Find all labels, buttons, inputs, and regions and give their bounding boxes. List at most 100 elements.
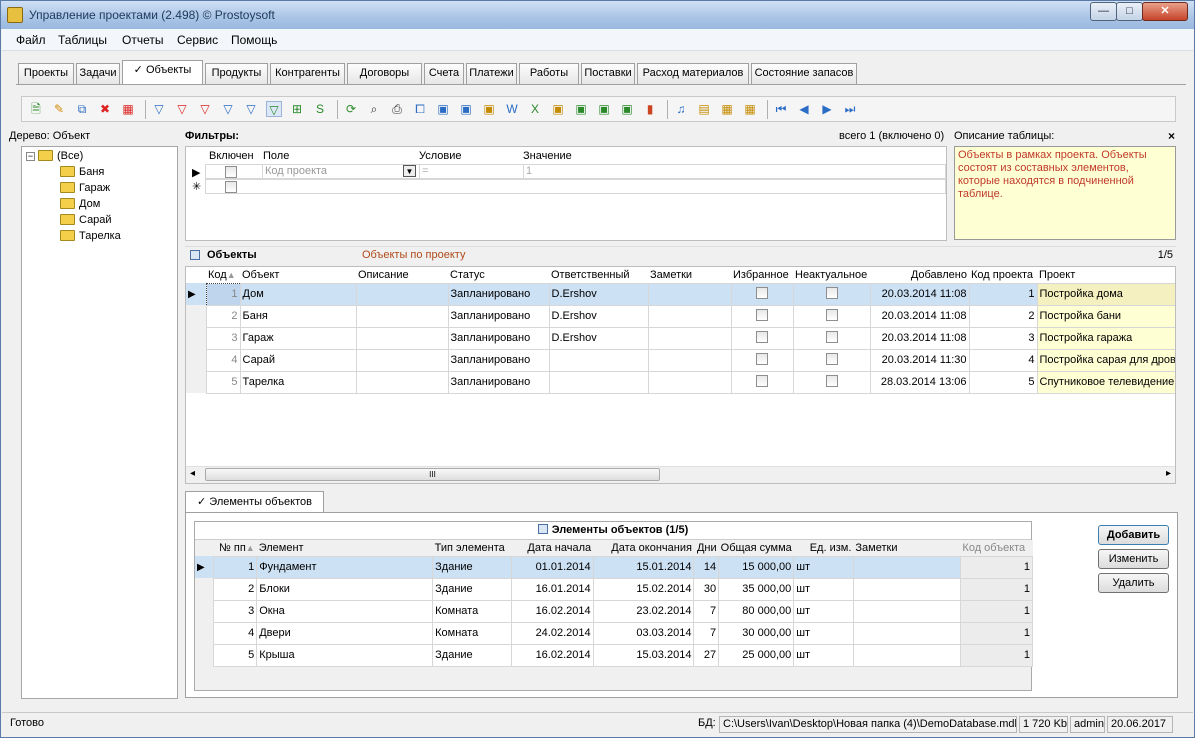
cell-object-code[interactable]: 1 xyxy=(959,577,1034,601)
tree-expander-icon[interactable]: − xyxy=(26,152,35,161)
collapse-icon[interactable] xyxy=(537,524,548,534)
cell-sum[interactable]: 35 000,00 xyxy=(718,577,795,601)
elements-col-header[interactable]: Ед. изм. xyxy=(793,540,854,556)
filter-new-checkbox[interactable] xyxy=(225,181,237,193)
inactive-checkbox[interactable] xyxy=(825,352,838,365)
cell-added[interactable]: 20.03.2014 11:08 xyxy=(869,282,970,306)
cell-status[interactable]: Запланировано xyxy=(447,282,550,306)
cell-number[interactable]: 1 xyxy=(213,555,258,579)
objects-col-header[interactable]: Описание xyxy=(356,267,448,283)
cell-status[interactable]: Запланировано xyxy=(447,304,550,328)
first-record-icon[interactable]: ⏮ xyxy=(773,101,789,117)
cell-notes[interactable] xyxy=(852,621,961,645)
cell-element[interactable]: Окна xyxy=(256,599,434,623)
export-dbf-icon[interactable]: ▣ xyxy=(619,101,635,117)
refresh-icon[interactable]: ⟳ xyxy=(343,101,359,117)
cell-end-date[interactable]: 03.03.2014 xyxy=(592,621,695,645)
favorite-checkbox[interactable] xyxy=(756,352,768,365)
favorite-checkbox[interactable] xyxy=(756,308,768,321)
cell-notes[interactable] xyxy=(647,326,732,350)
cell-type[interactable]: Здание xyxy=(432,643,513,667)
cell-days[interactable]: 30 xyxy=(693,577,720,601)
cell-sum[interactable]: 80 000,00 xyxy=(718,599,795,623)
cell-code[interactable]: 2 xyxy=(205,304,241,328)
cell-project[interactable]: Постройка гаража xyxy=(1036,326,1175,350)
chart-icon[interactable]: ▮ xyxy=(642,101,658,117)
cell-favorite[interactable] xyxy=(730,370,794,394)
edit-record-icon[interactable]: ✎ xyxy=(51,101,67,117)
favorite-checkbox[interactable] xyxy=(756,330,768,343)
favorite-checkbox[interactable] xyxy=(756,374,768,387)
delete-all-icon[interactable]: ▦ xyxy=(120,101,136,117)
tree-item[interactable]: Тарелка xyxy=(60,230,121,242)
elements-col-header[interactable]: Общая сумма xyxy=(718,540,794,556)
export-html-icon[interactable]: ▣ xyxy=(458,101,474,117)
cell-sum[interactable]: 15 000,00 xyxy=(718,555,795,579)
favorite-checkbox[interactable] xyxy=(756,286,768,299)
cell-code[interactable]: 1 xyxy=(205,282,241,306)
edit-button[interactable]: Изменить xyxy=(1098,549,1169,569)
table-row[interactable]: 5 Тарелка Запланировано 28.03.2014 13:06 5 Сп… xyxy=(186,370,1175,394)
cell-inactive[interactable] xyxy=(792,326,871,350)
cell-owner[interactable] xyxy=(548,348,649,372)
cell-days[interactable]: 7 xyxy=(693,621,720,645)
cell-start-date[interactable]: 16.01.2014 xyxy=(511,577,594,601)
cell-added[interactable]: 20.03.2014 11:30 xyxy=(869,348,970,372)
delete-button[interactable]: Удалить xyxy=(1098,573,1169,593)
cell-number[interactable]: 4 xyxy=(213,621,258,645)
cell-description[interactable] xyxy=(355,326,449,350)
filter-add-icon[interactable]: ▽ xyxy=(220,101,236,117)
cell-end-date[interactable]: 15.03.2014 xyxy=(592,643,695,667)
objects-col-header[interactable]: Проект xyxy=(1037,267,1175,283)
cell-element[interactable]: Двери xyxy=(256,621,434,645)
cell-project[interactable]: Постройка бани xyxy=(1036,304,1175,328)
filter-condition[interactable]: = xyxy=(419,165,523,178)
cell-project-code[interactable]: 2 xyxy=(968,304,1038,328)
cell-status[interactable]: Запланировано xyxy=(447,348,550,372)
cell-days[interactable]: 27 xyxy=(693,643,720,667)
inactive-checkbox[interactable] xyxy=(825,286,838,299)
last-record-icon[interactable]: ⏭ xyxy=(842,101,858,117)
cell-notes[interactable] xyxy=(852,643,961,667)
grid-columns-icon[interactable]: ▦ xyxy=(742,101,758,117)
cell-unit[interactable]: шт xyxy=(793,599,854,623)
filter-row[interactable]: Код проекта ▼ = 1 xyxy=(205,164,946,179)
cell-unit[interactable]: шт xyxy=(793,643,854,667)
cell-notes[interactable] xyxy=(852,599,961,623)
table-row[interactable]: 4 Двери Комната 24.02.2014 03.03.2014 7 30 000… xyxy=(195,621,1034,645)
cell-code[interactable]: 3 xyxy=(205,326,241,350)
export-icon[interactable]: ▣ xyxy=(435,101,451,117)
cell-object[interactable]: Гараж xyxy=(239,326,357,350)
cell-sum[interactable]: 25 000,00 xyxy=(718,643,795,667)
cell-inactive[interactable] xyxy=(792,304,871,328)
filter-field-select[interactable]: Код проекта xyxy=(262,165,419,178)
cell-favorite[interactable] xyxy=(730,304,794,328)
cell-object-code[interactable]: 1 xyxy=(959,555,1034,579)
cell-project[interactable]: Постройка дома xyxy=(1036,282,1175,306)
copy-record-icon[interactable]: ⧉ xyxy=(74,101,90,117)
objects-col-header[interactable]: Неактуальное xyxy=(793,267,870,283)
elements-col-header[interactable]: Элемент xyxy=(256,540,433,556)
cell-end-date[interactable]: 23.02.2014 xyxy=(592,599,695,623)
scroll-left-icon[interactable]: ◂ xyxy=(190,468,195,479)
tab-2[interactable]: ✓ Объекты xyxy=(122,60,203,85)
tab-3[interactable]: Продукты xyxy=(205,63,268,84)
export-word-icon[interactable]: W xyxy=(504,101,520,117)
tab-elements[interactable]: ✓ Элементы объектов xyxy=(185,491,324,513)
filter-value[interactable]: 1 xyxy=(523,165,943,178)
tab-8[interactable]: Работы xyxy=(519,63,579,84)
maximize-button[interactable]: □ xyxy=(1116,2,1143,21)
cell-description[interactable] xyxy=(355,348,449,372)
table-row[interactable]: 5 Крыша Здание 16.02.2014 15.03.2014 27 25 000… xyxy=(195,643,1034,667)
objects-col-header[interactable]: Избранное xyxy=(731,267,793,283)
cell-type[interactable]: Комната xyxy=(432,621,513,645)
filter-remove-icon[interactable]: ▽ xyxy=(174,101,190,117)
cell-notes[interactable] xyxy=(647,304,732,328)
cell-notes[interactable] xyxy=(852,555,961,579)
menu-file[interactable]: Файл xyxy=(16,33,46,47)
menu-help[interactable]: Помощь xyxy=(231,33,277,47)
cell-added[interactable]: 20.03.2014 11:08 xyxy=(869,326,970,350)
description-close-icon[interactable]: × xyxy=(1168,129,1175,143)
filter-icon[interactable]: ▽ xyxy=(151,101,167,117)
filter-tree-icon[interactable]: ⊞ xyxy=(289,101,305,117)
